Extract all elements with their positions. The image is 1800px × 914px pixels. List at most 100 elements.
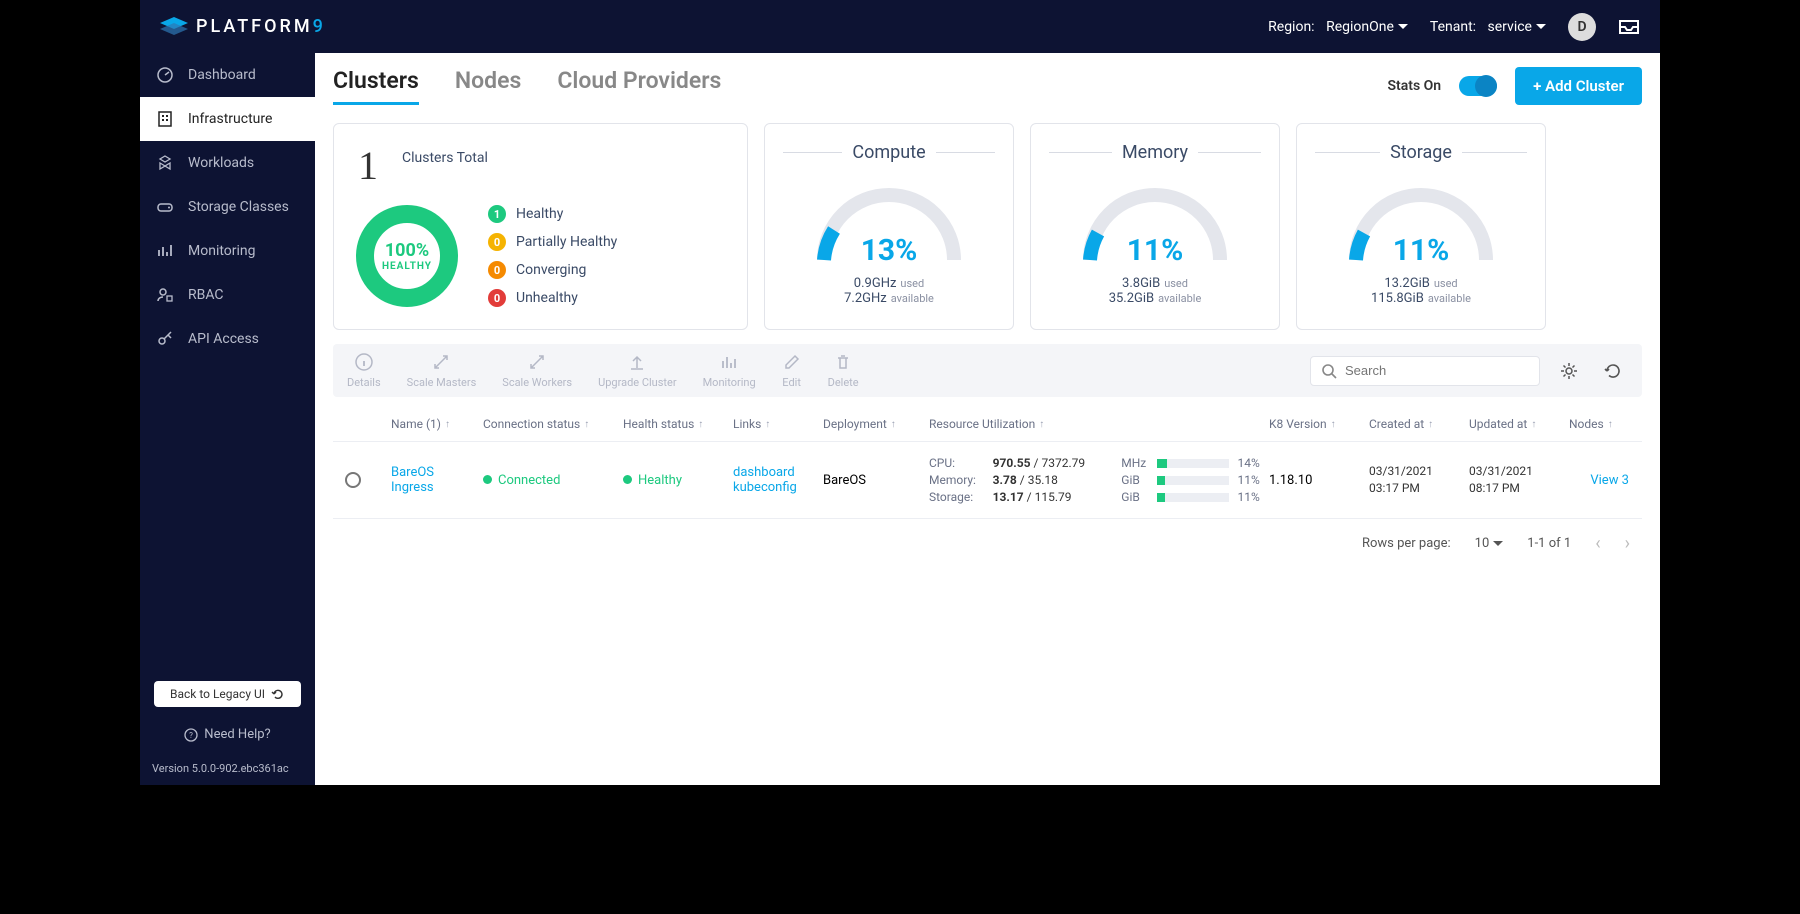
legacy-ui-button[interactable]: Back to Legacy UI [154, 681, 301, 707]
sidebar-item-label: Storage Classes [188, 199, 289, 215]
search-box[interactable] [1310, 356, 1540, 386]
chart-icon [719, 352, 739, 372]
badge-unhealthy: 0 [488, 289, 506, 307]
search-input[interactable] [1345, 363, 1529, 378]
svg-text:?: ? [189, 731, 193, 740]
created-at: 03/31/202103:17 PM [1369, 463, 1469, 497]
expand-icon [527, 352, 547, 372]
sidebar-item-label: API Access [188, 331, 259, 347]
undo-icon [271, 687, 285, 701]
chevron-down-icon [1493, 541, 1503, 547]
table-row: BareOSIngress Connected Healthy dashboar… [333, 442, 1642, 519]
connection-status: Connected [483, 473, 623, 488]
stats-toggle[interactable] [1459, 76, 1497, 96]
kubeconfig-link[interactable]: kubeconfig [733, 480, 823, 495]
sidebar-item-api[interactable]: API Access [140, 317, 315, 361]
topbar: PLATFORM9 Region: RegionOne Tenant: serv… [140, 0, 1660, 53]
tenant-selector[interactable]: Tenant: service [1430, 19, 1546, 35]
th-connection[interactable]: Connection status↑ [483, 417, 623, 431]
sidebar-item-label: Dashboard [188, 67, 256, 83]
sidebar-item-label: Workloads [188, 155, 254, 171]
logo-icon [160, 17, 188, 37]
refresh-icon [1603, 361, 1623, 381]
question-icon: ? [184, 728, 198, 742]
expand-icon [431, 352, 451, 372]
search-icon [1321, 363, 1337, 379]
k8-version: 1.18.10 [1269, 473, 1369, 488]
logo-text: PLATFORM9 [196, 16, 326, 37]
main-content: Clusters Nodes Cloud Providers Stats On … [315, 53, 1660, 785]
health-status: Healthy [623, 473, 733, 488]
tool-scale-workers[interactable]: Scale Workers [502, 352, 572, 389]
th-deployment[interactable]: Deployment↑ [823, 417, 929, 431]
th-health[interactable]: Health status↑ [623, 417, 733, 431]
th-created[interactable]: Created at↑ [1369, 417, 1469, 431]
th-nodes[interactable]: Nodes↑ [1569, 417, 1629, 431]
th-updated[interactable]: Updated at↑ [1469, 417, 1569, 431]
clusters-table: Name (1)↑ Connection status↑ Health stat… [333, 407, 1642, 519]
cluster-name-link[interactable]: BareOSIngress [391, 465, 483, 495]
prev-page[interactable]: ‹ [1595, 533, 1600, 554]
chevron-down-icon [1536, 24, 1546, 30]
trash-icon [833, 352, 853, 372]
tool-upgrade[interactable]: Upgrade Cluster [598, 352, 676, 389]
avatar[interactable]: D [1568, 13, 1596, 41]
tool-delete[interactable]: Delete [828, 352, 859, 389]
sidebar-item-storage[interactable]: Storage Classes [140, 185, 315, 229]
deployment-value: BareOS [823, 473, 929, 488]
page-range: 1-1 of 1 [1527, 536, 1571, 551]
health-legend: 1Healthy 0Partially Healthy 0Converging … [488, 205, 617, 307]
sidebar-item-monitoring[interactable]: Monitoring [140, 229, 315, 273]
th-utilization[interactable]: Resource Utilization↑ [929, 417, 1269, 431]
utilization-block: CPU:970.55 / 7372.79MHz14% Memory:3.78 /… [929, 456, 1269, 504]
memory-card: Memory 11% 3.8GiBused35.2GiBavailable [1030, 123, 1280, 330]
edit-icon [782, 352, 802, 372]
info-icon [354, 352, 374, 372]
rows-per-page-select[interactable]: 10 [1475, 536, 1504, 551]
chart-icon [156, 242, 174, 260]
tab-nodes[interactable]: Nodes [455, 67, 521, 105]
inbox-icon[interactable] [1618, 18, 1640, 36]
stats-label: Stats On [1387, 78, 1441, 94]
dashboard-link[interactable]: dashboard [733, 465, 823, 480]
badge-converging: 0 [488, 261, 506, 279]
building-icon [156, 110, 174, 128]
tab-clusters[interactable]: Clusters [333, 67, 419, 105]
sidebar-item-label: Monitoring [188, 243, 256, 259]
sidebar-item-infrastructure[interactable]: Infrastructure [140, 97, 315, 141]
add-cluster-button[interactable]: + Add Cluster [1515, 67, 1642, 105]
clusters-summary-card: 1 Clusters Total 100%HEALTHY 1Healthy 0P… [333, 123, 748, 330]
tool-details[interactable]: Details [347, 352, 381, 389]
tool-monitoring[interactable]: Monitoring [703, 352, 756, 389]
region-selector[interactable]: Region: RegionOne [1268, 19, 1408, 35]
th-k8version[interactable]: K8 Version↑ [1269, 417, 1369, 431]
updated-at: 03/31/202108:17 PM [1469, 463, 1569, 497]
badge-healthy: 1 [488, 205, 506, 223]
th-name[interactable]: Name (1)↑ [391, 417, 483, 431]
clusters-count-label: Clusters Total [402, 150, 488, 166]
table-toolbar: Details Scale Masters Scale Workers Upgr… [333, 344, 1642, 397]
drive-icon [156, 198, 174, 216]
refresh-button[interactable] [1598, 356, 1628, 386]
sidebar-item-rbac[interactable]: RBAC [140, 273, 315, 317]
sidebar-item-dashboard[interactable]: Dashboard [140, 53, 315, 97]
user-lock-icon [156, 286, 174, 304]
sidebar-item-workloads[interactable]: Workloads [140, 141, 315, 185]
tab-cloud-providers[interactable]: Cloud Providers [557, 67, 721, 105]
help-link[interactable]: ? Need Help? [140, 717, 315, 752]
settings-button[interactable] [1554, 356, 1584, 386]
pagination: Rows per page: 10 1-1 of 1 ‹ › [333, 519, 1642, 568]
chevron-down-icon [1398, 24, 1408, 30]
storage-card: Storage 11% 13.2GiBused115.8GiBavailable [1296, 123, 1546, 330]
view-nodes-link[interactable]: View 3 [1590, 473, 1629, 488]
tool-scale-masters[interactable]: Scale Masters [407, 352, 477, 389]
th-links[interactable]: Links↑ [733, 417, 823, 431]
logo[interactable]: PLATFORM9 [160, 16, 326, 37]
sidebar-item-label: RBAC [188, 287, 224, 303]
gauge-icon [156, 66, 174, 84]
next-page[interactable]: › [1625, 533, 1630, 554]
clusters-count: 1 [352, 142, 378, 189]
upload-icon [627, 352, 647, 372]
row-radio[interactable] [345, 472, 361, 488]
tool-edit[interactable]: Edit [782, 352, 802, 389]
